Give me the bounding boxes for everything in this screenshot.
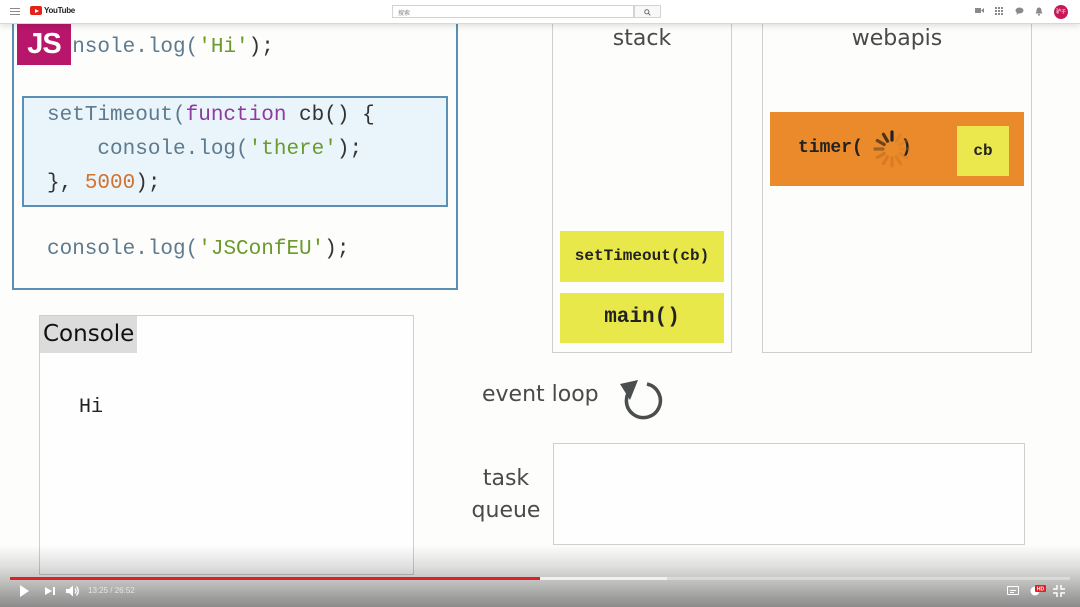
js-logo-badge: JS [17,23,71,65]
exit-fullscreen-icon[interactable] [1053,585,1065,597]
player-controls: 13:25 / 26:52 HD [0,582,1080,602]
search-icon [644,9,651,16]
timer-text: timer( [798,138,863,158]
code-number: 5000 [84,172,136,195]
code-fn: console.log( [47,238,199,261]
event-loop-label: event loop [482,382,599,407]
settings-hd-icon[interactable]: HD [1030,584,1046,597]
code-punct: ); [324,238,350,261]
hamburger-menu-icon[interactable] [10,8,20,16]
code-line-console-log-jsconfeu: console.log('JSConfEU'); [47,238,349,261]
current-time: 13:25 [88,586,109,595]
task-queue-label-line: task [482,466,530,491]
code-string: 'there' [248,138,337,161]
messages-icon[interactable] [1014,7,1024,17]
code-fn: setTimeout( [47,104,186,127]
code-punct: ); [248,36,274,59]
code-line-settimeout: setTimeout(function cb() { [47,104,375,127]
stack-title: stack [612,26,672,51]
youtube-play-logo-icon [30,6,42,15]
code-line-console-log-hi: console.log('Hi'); [47,36,274,59]
timer-webapi-item: timer() cb [770,112,1024,186]
console-title: Console [40,316,138,353]
stack-frame: main() [560,293,724,343]
notifications-bell-icon[interactable] [1034,7,1044,17]
task-queue-label-line: queue [471,498,541,523]
subtitles-icon[interactable] [1007,586,1019,595]
next-video-icon[interactable] [45,586,55,596]
header-actions: 驴子 [974,5,1068,19]
webapis-title: webapis [851,26,943,51]
search-input[interactable]: 搜索 [392,5,634,18]
video-progress-bar[interactable] [10,577,1070,580]
code-line-close-timeout: }, 5000); [47,172,160,195]
console-panel: Console Hi [39,315,414,575]
code-string: 'JSConfEU' [198,238,325,261]
console-output-line: Hi [79,396,104,419]
webapis-panel: webapis timer() cb [762,18,1032,353]
code-line-console-log-there: console.log('there'); [47,138,362,161]
code-keyword: function [185,104,287,127]
event-loop-cycle-icon [620,380,663,420]
code-punct: ); [135,172,161,195]
task-queue-box [553,443,1025,545]
code-punct: }, [47,172,85,195]
code-string: 'Hi' [198,36,249,59]
volume-icon[interactable] [66,585,80,597]
create-video-icon[interactable] [974,7,984,17]
time-display: 13:25 / 26:52 [88,586,135,595]
youtube-logo[interactable]: YouTube [30,6,75,15]
code-fn-name: cb() { [286,104,375,127]
stack-frame: setTimeout(cb) [560,231,724,282]
apps-grid-icon[interactable] [994,7,1004,17]
hd-badge: HD [1037,587,1045,593]
play-button[interactable] [20,585,29,597]
search-button[interactable] [634,5,661,18]
youtube-header: YouTube 搜索 驴子 [0,0,1080,24]
call-stack-panel: stack setTimeout(cb) main() [552,18,732,353]
loading-spinner-icon [873,130,911,168]
code-punct: ); [336,138,363,161]
code-fn: console.log( [47,138,249,161]
time-separator: / [108,586,115,595]
task-queue-label: task queue [460,463,552,527]
duration: 26:52 [114,586,135,595]
youtube-wordmark: YouTube [44,6,75,15]
avatar[interactable]: 驴子 [1054,5,1068,19]
progress-played [10,577,540,580]
callback-cb: cb [957,126,1009,176]
